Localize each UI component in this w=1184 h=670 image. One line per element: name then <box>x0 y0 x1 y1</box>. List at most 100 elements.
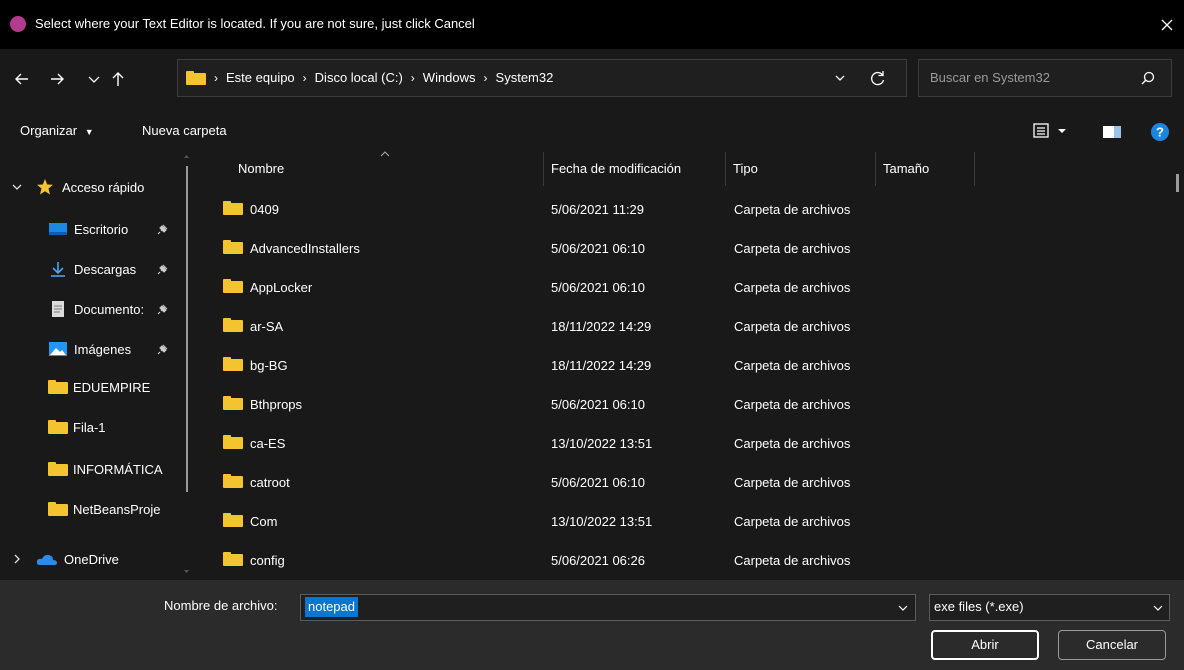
file-type: Carpeta de archivos <box>734 241 851 256</box>
file-name: AppLocker <box>250 280 313 295</box>
folder-icon <box>186 71 206 85</box>
table-row[interactable]: Com 13/10/2022 13:51 Carpeta de archivos <box>200 502 1170 540</box>
column-header-modified[interactable]: Fecha de modificación <box>551 161 681 176</box>
table-row[interactable]: AppLocker 5/06/2021 06:10 Carpeta de archi… <box>200 268 1170 306</box>
file-modified: 18/11/2022 14:29 <box>551 358 652 373</box>
table-row[interactable]: Bthprops 5/06/2021 06:10 Carpeta de archiv… <box>200 385 1170 423</box>
file-modified: 5/06/2021 06:10 <box>551 475 645 490</box>
nav-item-pictures[interactable]: Imágenes <box>48 335 168 363</box>
pin-icon <box>157 344 168 355</box>
nav-label: Fila-1 <box>73 419 106 435</box>
folder-icon <box>48 462 68 476</box>
forward-button[interactable] <box>43 65 71 93</box>
filename-value[interactable]: notepad <box>305 597 358 617</box>
table-row[interactable]: ar-SA 18/11/2022 14:29 Carpeta de archivos <box>200 307 1170 345</box>
file-modified: 13/10/2022 13:51 <box>551 514 653 529</box>
file-name: 0409 <box>250 202 279 217</box>
column-divider[interactable] <box>875 152 876 186</box>
chevron-right-icon[interactable]: › <box>303 71 307 85</box>
folder-icon <box>223 201 243 215</box>
nav-item-eduempire[interactable]: EDUEMPIRE <box>48 373 150 401</box>
column-header-type[interactable]: Tipo <box>733 161 758 176</box>
chevron-right-icon: › <box>214 70 218 85</box>
nav-quick-access[interactable]: Acceso rápido <box>10 173 144 201</box>
back-button[interactable] <box>8 65 36 93</box>
preview-pane-button[interactable] <box>1099 122 1125 142</box>
file-type: Carpeta de archivos <box>734 553 851 568</box>
column-divider[interactable] <box>543 152 544 186</box>
nav-item-documents[interactable]: Documento: <box>48 295 168 323</box>
preview-pane-icon <box>1103 126 1121 138</box>
nav-onedrive[interactable]: OneDrive <box>10 545 119 573</box>
folder-icon <box>223 318 243 332</box>
nav-label: NetBeansProje <box>73 501 161 517</box>
chevron-right-icon[interactable]: › <box>411 71 415 85</box>
table-row[interactable]: ca-ES 13/10/2022 13:51 Carpeta de archivos <box>200 424 1170 462</box>
list-scrollbar-thumb[interactable] <box>1176 174 1179 192</box>
file-type: Carpeta de archivos <box>734 280 851 295</box>
column-header-size[interactable]: Tamaño <box>883 161 929 176</box>
file-name: Bthprops <box>250 397 303 412</box>
column-divider[interactable] <box>725 152 726 186</box>
file-modified: 5/06/2021 06:10 <box>551 241 645 256</box>
nav-label: Escritorio <box>74 221 129 237</box>
nav-label: Acceso rápido <box>62 179 145 195</box>
pin-icon <box>157 264 168 275</box>
breadcrumb-item[interactable]: Disco local (C:) <box>315 70 403 85</box>
nav-item-desktop[interactable]: Escritorio <box>48 215 168 243</box>
folder-icon <box>223 396 243 410</box>
svg-text:?: ? <box>1156 125 1164 140</box>
column-divider[interactable] <box>974 152 975 186</box>
nav-item-netbeans[interactable]: NetBeansProje <box>48 495 179 523</box>
filename-input[interactable] <box>300 594 916 621</box>
close-icon <box>1161 19 1173 31</box>
refresh-button[interactable] <box>866 66 890 90</box>
chevron-down-icon <box>12 184 22 190</box>
folder-icon <box>48 420 68 434</box>
dropdown-arrow-icon: ▼ <box>84 127 94 137</box>
breadcrumb-item[interactable]: System32 <box>496 70 554 85</box>
file-type: Carpeta de archivos <box>734 202 851 217</box>
nav-item-fila-1[interactable]: Fila-1 <box>48 413 106 441</box>
column-header-name[interactable]: Nombre <box>238 161 284 176</box>
open-button[interactable]: Abrir <box>931 630 1039 660</box>
nav-scrollbar[interactable] <box>183 152 190 578</box>
help-button[interactable]: ? <box>1150 122 1170 142</box>
organize-button[interactable]: Organizar ▼ <box>20 123 94 138</box>
chevron-down-icon[interactable] <box>897 603 909 613</box>
breadcrumb-item[interactable]: Windows <box>423 70 476 85</box>
table-row[interactable]: bg-BG 18/11/2022 14:29 Carpeta de archivos <box>200 346 1170 384</box>
help-icon: ? <box>1151 123 1169 141</box>
desktop-icon <box>49 223 67 235</box>
folder-icon <box>223 357 243 371</box>
file-type: Carpeta de archivos <box>734 514 851 529</box>
search-icon <box>1141 71 1155 85</box>
change-view-button[interactable] <box>1032 120 1074 142</box>
file-name: AdvancedInstallers <box>250 241 360 256</box>
filetype-value: exe files (*.exe) <box>934 599 1024 614</box>
folder-icon <box>48 380 68 394</box>
onedrive-icon <box>36 554 57 565</box>
new-folder-button[interactable]: Nueva carpeta <box>142 123 227 138</box>
file-name: config <box>250 553 285 568</box>
refresh-icon <box>871 71 885 86</box>
table-row[interactable]: config 5/06/2021 06:26 Carpeta de archivos <box>200 541 1170 579</box>
breadcrumb-item[interactable]: Este equipo <box>226 70 295 85</box>
address-history-button[interactable] <box>828 66 852 90</box>
table-row[interactable]: AdvancedInstallers 5/06/2021 06:10 Carpeta… <box>200 229 1170 267</box>
file-modified: 5/06/2021 06:10 <box>551 397 645 412</box>
close-button[interactable] <box>1152 10 1182 40</box>
details-view-icon <box>1033 123 1066 138</box>
cancel-button[interactable]: Cancelar <box>1058 630 1166 660</box>
chevron-right-icon[interactable]: › <box>484 71 488 85</box>
up-button[interactable] <box>104 65 132 93</box>
file-name: bg-BG <box>250 358 288 373</box>
nav-item-downloads[interactable]: Descargas <box>48 255 168 283</box>
search-input[interactable]: Buscar en System32 <box>918 59 1172 97</box>
nav-label: OneDrive <box>64 551 119 567</box>
table-row[interactable]: 0409 5/06/2021 11:29 Carpeta de archivos <box>200 190 1170 228</box>
breadcrumb: › Este equipo › Disco local (C:) › Windo… <box>214 70 553 85</box>
file-type: Carpeta de archivos <box>734 436 851 451</box>
table-row[interactable]: catroot 5/06/2021 06:10 Carpeta de archivo… <box>200 463 1170 501</box>
nav-item-informatica[interactable]: INFORMÁTICA <box>48 455 193 483</box>
